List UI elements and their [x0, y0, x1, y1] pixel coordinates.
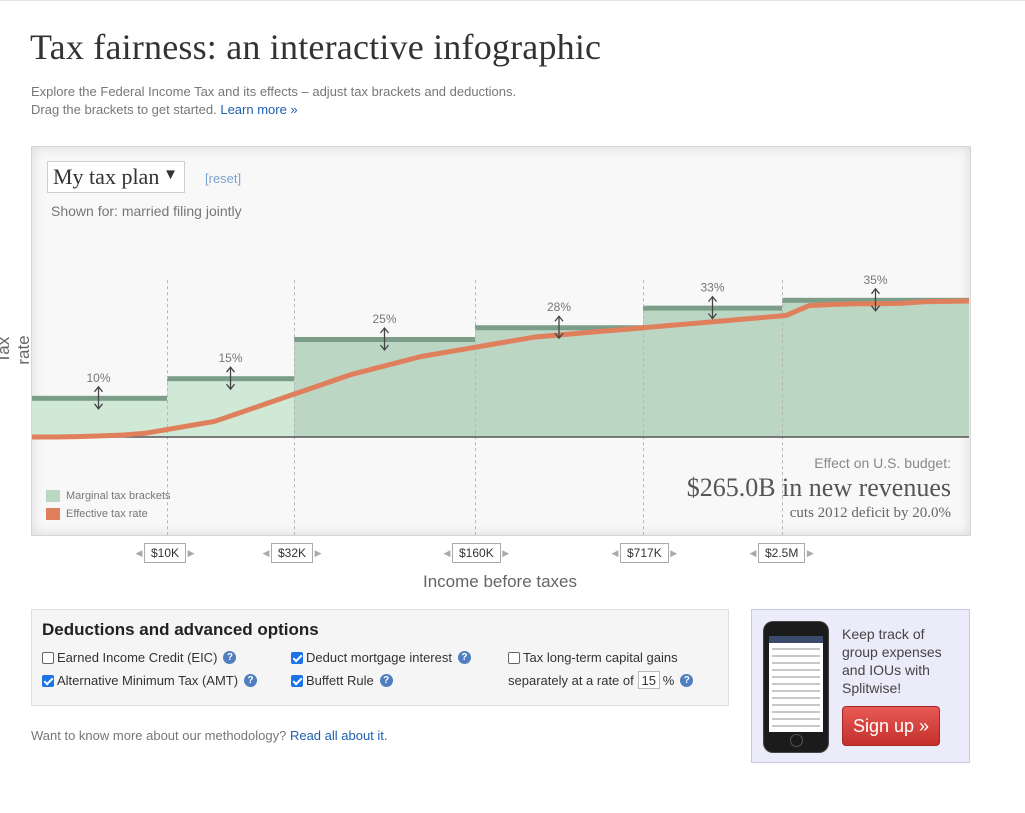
amt-label: Alternative Minimum Tax (AMT) [57, 673, 239, 688]
methodology-question: Want to know more about our methodology? [31, 728, 287, 743]
filing-status-text: Shown for: married filing jointly [51, 203, 242, 219]
phone-screen [769, 636, 823, 732]
intro-line-2: Drag the brackets to get started. [31, 102, 217, 117]
legend-label-brackets: Marginal tax brackets [66, 490, 171, 502]
intro-text: Explore the Federal Income Tax and its e… [31, 83, 516, 119]
threshold-label: $2.5M [758, 543, 806, 563]
budget-value: $265.0B in new revenues [686, 473, 951, 502]
chart-legend: Marginal tax brackets Effective tax rate [46, 487, 171, 523]
threshold-label: $160K [452, 543, 501, 563]
threshold-handle-160k[interactable]: ◀ $160K ▶ [442, 543, 511, 563]
amt-option[interactable]: Alternative Minimum Tax (AMT) ? [42, 673, 258, 688]
chevron-right-icon: ▶ [187, 547, 195, 558]
phone-image [764, 622, 828, 752]
capgains-rate-row: separately at a rate of 15 % ? [508, 671, 694, 689]
chevron-left-icon: ◀ [611, 547, 619, 558]
bracket-top-edge [32, 395, 167, 401]
bracket-rate-label: 35% [863, 273, 887, 287]
methodology-link[interactable]: Read all about it. [290, 728, 388, 743]
plan-select-value: My tax plan [53, 164, 160, 189]
buffett-label: Buffett Rule [306, 673, 374, 688]
chevron-right-icon: ▶ [670, 547, 678, 558]
buffett-option[interactable]: Buffett Rule ? [291, 673, 393, 688]
deductions-title: Deductions and advanced options [42, 620, 319, 639]
page-title: Tax fairness: an interactive infographic [30, 27, 602, 67]
legend-item-effective: Effective tax rate [46, 505, 171, 523]
threshold-label: $10K [144, 543, 187, 563]
chevron-left-icon: ◀ [135, 547, 143, 558]
threshold-handle-2-5m[interactable]: ◀ $2.5M ▶ [748, 543, 815, 563]
phone-home-button [790, 734, 803, 747]
methodology-text: Want to know more about our methodology?… [31, 728, 388, 743]
eic-label: Earned Income Credit (EIC) [57, 650, 218, 665]
mortgage-label: Deduct mortgage interest [306, 650, 452, 665]
chevron-right-icon: ▶ [314, 547, 322, 558]
bracket-rate-label: 25% [372, 312, 396, 326]
capgains-label: Tax long-term capital gains [523, 650, 678, 665]
chevron-right-icon: ▶ [806, 547, 814, 558]
plan-select[interactable]: My tax plan ▼ [47, 161, 185, 193]
capgains-checkbox[interactable] [508, 651, 520, 664]
help-icon[interactable]: ? [457, 651, 471, 664]
mortgage-option[interactable]: Deduct mortgage interest ? [291, 650, 471, 665]
bracket-rate-label: 33% [700, 281, 724, 295]
eic-checkbox[interactable] [42, 651, 54, 664]
chevron-left-icon: ◀ [262, 547, 270, 558]
budget-label: Effect on U.S. budget: [814, 455, 951, 471]
x-axis-title: Income before taxes [422, 572, 578, 591]
sign-up-button[interactable]: Sign up » [842, 706, 940, 746]
legend-item-brackets: Marginal tax brackets [46, 487, 171, 505]
capgains-rate-input[interactable]: 15 [637, 671, 660, 689]
buffett-checkbox[interactable] [291, 674, 303, 687]
top-border [0, 0, 1025, 1]
learn-more-link[interactable]: Learn more » [220, 102, 297, 117]
promo-text: Keep track of group expenses and IOUs wi… [842, 626, 942, 696]
threshold-label: $717K [620, 543, 669, 563]
bracket-rate-label: 28% [547, 300, 571, 314]
tax-chart-panel: 10% 15% 25% 28% 33% 35% My tax plan ▼ [reset]… [31, 146, 971, 536]
threshold-handles: ◀ $10K ▶ ◀ $32K ▶ ◀ $160K ▶ ◀ $717K ▶ ◀ … [0, 543, 1025, 565]
capgains-option[interactable]: Tax long-term capital gains [508, 650, 678, 665]
y-axis-title: Tax rate [0, 335, 33, 365]
reset-link[interactable]: [reset] [205, 171, 241, 186]
bracket-rate-label: 15% [218, 351, 242, 365]
help-icon[interactable]: ? [680, 673, 694, 687]
splitwise-promo: Keep track of group expenses and IOUs wi… [751, 609, 970, 763]
chevron-left-icon: ◀ [443, 547, 451, 558]
deductions-panel: Deductions and advanced options Earned I… [31, 609, 729, 706]
bracket-bar [782, 299, 969, 437]
help-icon[interactable]: ? [244, 674, 258, 687]
threshold-handle-717k[interactable]: ◀ $717K ▶ [610, 543, 679, 563]
mortgage-checkbox[interactable] [291, 651, 303, 664]
help-icon[interactable]: ? [379, 674, 393, 687]
legend-swatch-brackets [46, 490, 60, 502]
amt-checkbox[interactable] [42, 674, 54, 687]
intro-line-1: Explore the Federal Income Tax and its e… [31, 84, 517, 99]
capgains-rate-suffix: % [662, 672, 675, 688]
legend-label-effective: Effective tax rate [66, 508, 148, 520]
budget-subtext: cuts 2012 deficit by 20.0% [789, 505, 951, 521]
threshold-handle-32k[interactable]: ◀ $32K ▶ [261, 543, 323, 563]
bracket-rate-label: 10% [86, 371, 110, 385]
capgains-rate-prefix: separately at a rate of [508, 672, 634, 688]
chevron-left-icon: ◀ [749, 547, 757, 558]
legend-swatch-effective [46, 508, 60, 520]
help-icon[interactable]: ? [223, 651, 237, 664]
eic-option[interactable]: Earned Income Credit (EIC) ? [42, 650, 237, 665]
chevron-down-icon: ▼ [163, 167, 178, 183]
chevron-right-icon: ▶ [502, 547, 510, 558]
threshold-label: $32K [271, 543, 314, 563]
threshold-handle-10k[interactable]: ◀ $10K ▶ [134, 543, 196, 563]
